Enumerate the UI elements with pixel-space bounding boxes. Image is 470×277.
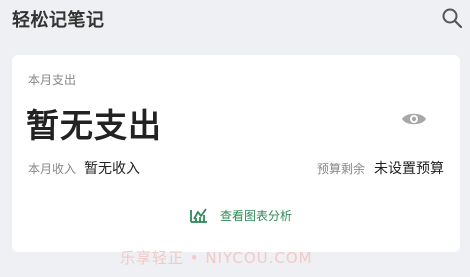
- monthly-summary-card: 本月支出 暂无支出 本月收入 暂无收入 预算剩余 未设置预算 查看图表分析: [12, 55, 460, 252]
- watermark: 乐享轻正 • NIYCOU.COM: [120, 249, 313, 267]
- income-label: 本月收入: [28, 162, 77, 176]
- budget-remaining-label: 预算剩余: [317, 162, 366, 176]
- search-button[interactable]: [440, 6, 464, 30]
- month-expense-label: 本月支出: [28, 73, 77, 87]
- budget-remaining-value[interactable]: 未设置预算: [374, 158, 444, 178]
- chart-analysis-icon: [190, 208, 207, 223]
- toggle-visibility-button[interactable]: [401, 110, 427, 128]
- top-bar: 轻松记笔记: [0, 0, 470, 40]
- view-chart-analysis-label: 查看图表分析: [220, 208, 293, 223]
- search-icon: [442, 8, 463, 29]
- month-expense-value: 暂无支出: [26, 106, 162, 145]
- income-value: 暂无收入: [84, 161, 140, 177]
- app-title: 轻松记笔记: [12, 10, 105, 31]
- view-chart-analysis-button[interactable]: 查看图表分析: [190, 205, 292, 225]
- eye-icon: [402, 113, 426, 125]
